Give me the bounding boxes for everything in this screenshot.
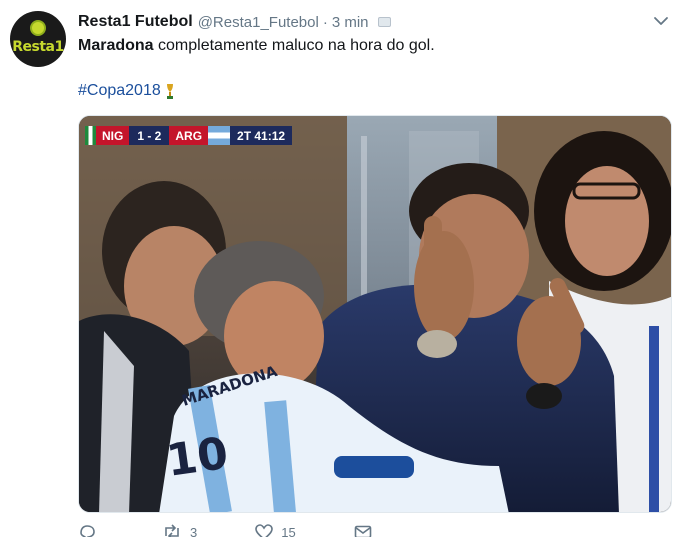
separator-dot: · [322,13,328,31]
scorebug: NIG 1 - 2 ARG 2T 41:12 [85,126,293,145]
tweet-text: Maradona completamente maluco na hora do… [78,36,435,56]
tweet-media-image[interactable]: MARADONA 10 NIG 1 - 2 ARG 2T 41:12 [78,115,672,513]
tweet-text-rest: completamente maluco na hora do gol. [153,37,435,54]
trophy-icon [166,84,173,99]
envelope-icon [354,525,372,537]
scorebug-clock: 2T 41:12 [230,126,293,145]
like-count: 15 [281,524,296,537]
scorebug-away-team: ARG [169,126,209,145]
chevron-down-icon[interactable] [652,14,670,28]
timestamp[interactable]: 3 min [332,14,369,31]
avatar-brand-text: Resta1 [12,39,64,55]
shirt-number-text: 10 [163,428,231,487]
tweet-actions: 3 15 [78,524,430,537]
avatar[interactable]: Resta1 [10,11,66,67]
soccer-ball-icon [30,20,46,36]
scorebug-score: 1 - 2 [129,126,170,145]
tweet-text-bold: Maradona [78,37,154,54]
retweet-count: 3 [190,524,198,537]
hashtag-line: #Copa2018 [78,81,175,101]
scorebug-home-team: NIG [96,126,130,145]
reply-button[interactable] [78,524,104,537]
hashtag-link[interactable]: #Copa2018 [78,81,161,101]
stadium-photo: MARADONA 10 [79,116,671,512]
retweet-button[interactable]: 3 [162,524,197,537]
message-button[interactable] [354,524,372,537]
like-button[interactable]: 15 [255,524,296,537]
author-display-name[interactable]: Resta1 Futebol [78,13,193,31]
device-icon [377,17,391,27]
tweet-header: Resta1 Futebol @Resta1_Futebol · 3 min [78,12,391,32]
author-handle[interactable]: @Resta1_Futebol [198,14,319,31]
nigeria-flag-icon [85,126,96,145]
argentina-flag-icon [208,126,231,145]
retweet-icon [165,524,179,537]
heart-icon [255,524,274,537]
reply-icon [80,525,95,537]
